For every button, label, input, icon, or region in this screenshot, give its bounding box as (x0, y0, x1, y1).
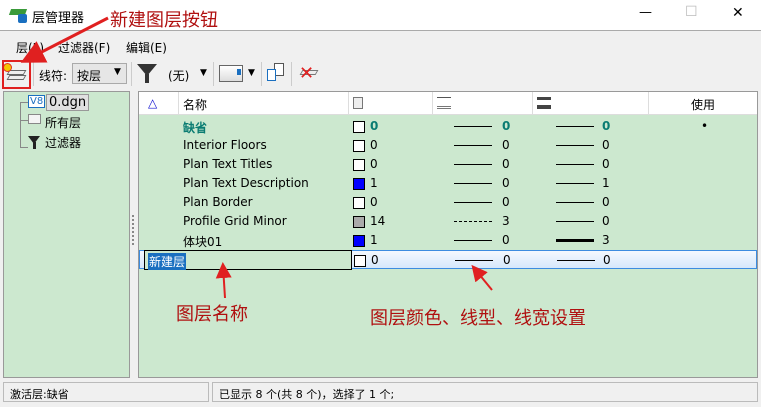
arrow (215, 262, 232, 299)
arrow (20, 16, 109, 63)
arrow (471, 264, 493, 291)
annotation-arrows (20, 16, 493, 299)
